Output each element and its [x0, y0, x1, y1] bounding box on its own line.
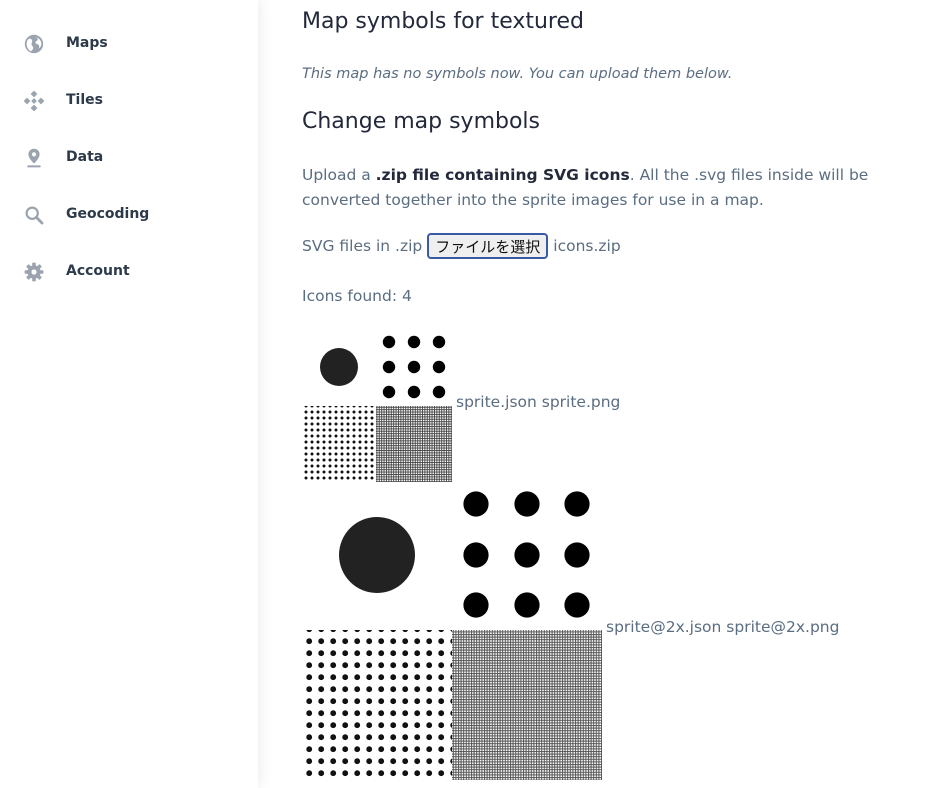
sprite-2x-files: sprite@2x.json sprite@2x.png [606, 618, 840, 636]
upload-label: SVG files in .zip [302, 237, 423, 255]
location-pin-icon [24, 148, 44, 168]
sidebar-item-label: Maps [66, 35, 108, 51]
sprite-2x-image [302, 491, 602, 780]
main-content: Map symbols for textured This map has no… [302, 0, 912, 788]
sidebar: Maps Tiles Data Geocoding Account [0, 0, 258, 788]
search-icon [24, 205, 44, 225]
sidebar-item-label: Account [66, 263, 130, 279]
sidebar-item-data[interactable]: Data [24, 146, 103, 170]
icons-found-count: Icons found: 4 [302, 287, 412, 305]
gear-icon [24, 262, 44, 282]
sidebar-item-label: Tiles [66, 92, 103, 108]
sprite-1x-files: sprite.json sprite.png [456, 393, 621, 411]
no-symbols-note: This map has no symbols now. You can upl… [302, 66, 733, 82]
upload-description: Upload a .zip file containing SVG icons.… [302, 163, 906, 212]
tiles-icon [24, 91, 44, 111]
upload-row: SVG files in .zip ファイルを選択 icons.zip [302, 232, 621, 260]
selected-file-name: icons.zip [553, 237, 621, 255]
change-symbols-heading: Change map symbols [302, 109, 541, 134]
sidebar-item-geocoding[interactable]: Geocoding [24, 203, 149, 227]
page-title: Map symbols for textured [302, 9, 584, 34]
sidebar-item-tiles[interactable]: Tiles [24, 89, 103, 113]
upload-description-bold: .zip file containing SVG icons [375, 166, 630, 184]
sidebar-item-label: Data [66, 149, 104, 165]
sprite-1x-image [302, 335, 452, 482]
sidebar-item-label: Geocoding [66, 206, 150, 222]
sidebar-item-account[interactable]: Account [24, 260, 130, 284]
sidebar-item-maps[interactable]: Maps [24, 32, 108, 56]
choose-file-button[interactable]: ファイルを選択 [427, 233, 549, 259]
upload-description-prefix: Upload a [302, 166, 376, 184]
globe-icon [24, 34, 44, 54]
